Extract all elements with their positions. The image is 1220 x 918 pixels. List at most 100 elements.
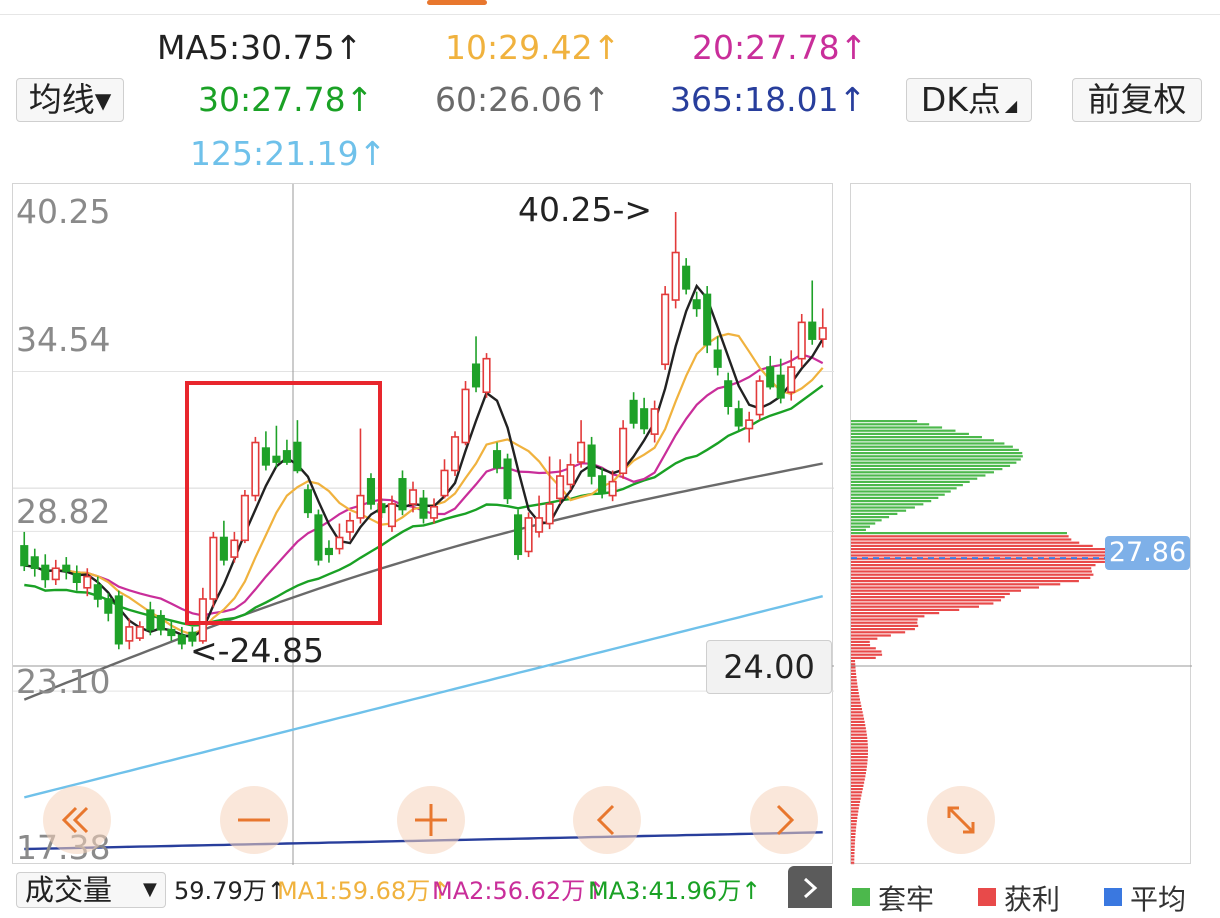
ma20-line [24,355,822,616]
chip-bar [851,676,856,678]
chip-bar [851,420,917,422]
chip-bar [851,686,858,688]
candle [536,496,543,538]
candle [809,280,816,344]
chip-bar [851,625,918,627]
volume-ma3: MA3:41.96万↑ [588,876,761,906]
candle [525,512,532,557]
candle [116,591,123,650]
chip-bar [851,769,866,771]
zoom-out-button[interactable] [220,786,288,854]
candle-body [630,401,637,423]
candle-body [32,557,39,568]
chip-bar [851,494,945,496]
candle [683,258,690,294]
chip-bar [851,855,854,857]
candle-series [21,212,826,649]
chip-bar [851,794,861,796]
candle-body [756,381,763,415]
candle-body [389,504,396,526]
candle [483,353,490,398]
double-chevron-left-icon [43,786,111,854]
candle-body [620,429,627,474]
chip-bar [851,823,857,825]
candle-body [21,546,28,566]
chip-bar [851,788,863,790]
chip-bar [851,471,994,473]
volume-ma2: MA2:56.62万↑ [432,876,605,906]
chip-bar [851,670,856,672]
candle [137,621,144,641]
chip-bar [851,730,866,732]
chip-bar [851,612,939,614]
candle-body [704,294,711,344]
candle [651,401,658,443]
chip-bar [851,503,923,505]
moving-average-lines [24,286,822,849]
candle [725,373,732,415]
candle-body [546,504,553,524]
chip-bar [851,484,963,486]
candle-body [462,389,469,442]
chip-bar [851,647,876,649]
candle [452,431,459,476]
dk-point-button[interactable]: DK点◢ [906,78,1032,122]
ma125-line [24,596,822,797]
chip-bar [851,682,857,684]
chip-bar [851,535,1069,537]
chip-bar [851,526,870,528]
chip-bar [851,772,866,774]
volume-expand-button[interactable] [788,866,832,908]
chip-distribution-panel[interactable] [850,183,1191,864]
kline-chart[interactable] [13,184,834,865]
scroll-right-button[interactable] [750,786,818,854]
candle [63,557,70,579]
expand-button[interactable] [927,786,995,854]
chip-bar [851,519,882,521]
chip-bar [851,500,931,502]
candle-body [483,359,490,393]
chip-bar [851,474,985,476]
candle-body [74,574,81,582]
candle-body [819,328,826,339]
legend-average-swatch [1104,888,1122,906]
candle-body [494,451,501,468]
chip-bar [851,673,856,675]
candle [441,459,448,498]
chip-bar [851,577,1090,579]
chip-bar [851,702,861,704]
candle [74,565,81,590]
chevron-right-icon [788,866,832,908]
average-cost-label: 27.86 [1105,536,1190,570]
chip-bar [851,762,867,764]
kline-chart-panel[interactable] [12,183,833,864]
active-tab-indicator [427,0,487,5]
chip-bar [851,596,1005,598]
chip-bar [851,538,1071,540]
chip-bar [851,641,870,643]
chip-bar [851,644,870,646]
indicator-dropdown[interactable]: 均线▾ [16,78,124,122]
candle [431,498,438,523]
chip-bar [851,638,877,640]
candle-body [431,507,438,518]
candle-body [137,627,144,638]
candle [641,398,648,434]
candle-body [578,443,585,463]
zoom-in-button[interactable] [397,786,465,854]
scroll-start-button[interactable] [43,786,111,854]
chip-bar [851,801,860,803]
adjust-button[interactable]: 前复权 [1072,78,1202,122]
chip-bar [851,452,1022,454]
chip-bar [851,852,854,854]
chip-bar [851,775,865,777]
chip-bar [851,487,957,489]
volume-indicator-dropdown[interactable]: 成交量 ▼ [16,872,166,908]
scroll-left-button[interactable] [573,786,641,854]
candle-body [42,565,49,579]
candle [462,381,469,445]
chip-bar [851,433,969,435]
candle [767,356,774,390]
chip-bar [851,586,1039,588]
chip-bar [851,590,1021,592]
